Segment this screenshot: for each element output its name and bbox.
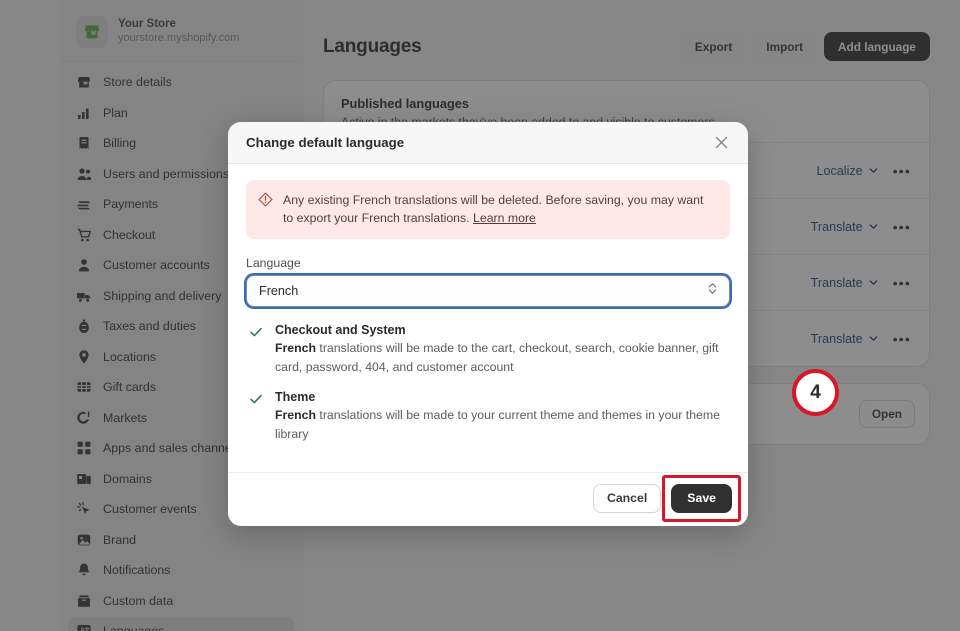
translation-scope-list: Checkout and System French translations w…: [246, 323, 730, 444]
translation-scope-item: Theme French translations will be made to…: [246, 390, 730, 443]
translation-scope-item: Checkout and System French translations w…: [246, 323, 730, 376]
chevron-updown-icon: [707, 281, 718, 301]
save-button[interactable]: Save: [671, 484, 732, 513]
learn-more-link[interactable]: Learn more: [473, 211, 536, 225]
change-default-language-modal: Change default language Any existing Fre: [228, 122, 748, 526]
translation-scope-title: Checkout and System: [275, 323, 730, 337]
translation-scope-title: Theme: [275, 390, 730, 404]
warning-banner: Any existing French translations will be…: [246, 180, 730, 239]
warning-banner-text: Any existing French translations will be…: [283, 191, 717, 228]
modal-body: Any existing French translations will be…: [228, 164, 748, 472]
translation-scope-language: French: [275, 341, 316, 355]
modal-header: Change default language: [228, 122, 748, 164]
check-icon: [249, 392, 263, 443]
translation-scope-desc: French translations will be made to your…: [275, 406, 730, 443]
warning-diamond-icon: [258, 192, 273, 228]
check-icon: [249, 325, 263, 376]
language-field-label: Language: [246, 256, 730, 270]
close-icon[interactable]: [708, 130, 734, 156]
modal-title: Change default language: [246, 135, 404, 150]
translation-scope-desc-rest: translations will be made to the cart, c…: [275, 341, 719, 374]
translation-scope-desc-rest: translations will be made to your curren…: [275, 408, 720, 441]
language-select[interactable]: French: [246, 275, 730, 307]
app-root: Your Store yourstore.myshopify.com Store…: [0, 0, 960, 631]
translation-scope-desc: French translations will be made to the …: [275, 339, 730, 376]
cancel-button[interactable]: Cancel: [593, 484, 661, 513]
translation-scope-language: French: [275, 408, 316, 422]
translation-scope-text: Theme French translations will be made to…: [275, 390, 730, 443]
translation-scope-text: Checkout and System French translations w…: [275, 323, 730, 376]
step-badge-4: 4: [792, 369, 839, 416]
modal-footer: Cancel Save: [228, 472, 748, 526]
language-select-value: French: [259, 284, 298, 298]
save-button-wrapper: Save: [671, 484, 732, 513]
